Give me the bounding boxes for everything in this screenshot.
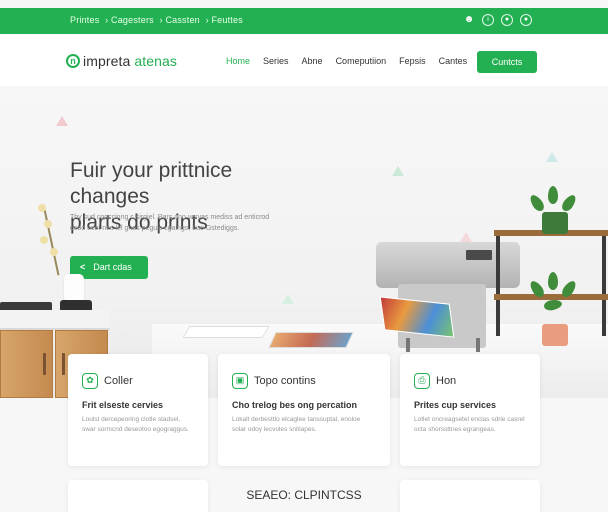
nav-item-home[interactable]: Home (226, 56, 250, 66)
vase (64, 274, 84, 302)
card-description: Lotlet oncreagsetel enclas sdrie casrel … (414, 416, 525, 433)
breadcrumb: Printes › Cagesters › Cassten › Feuttes (70, 15, 246, 25)
navbar: n impreta atenas Home Series Abne Comepu… (0, 34, 608, 86)
flower (44, 220, 52, 228)
card-title: Hon (436, 375, 457, 387)
feature-cards: ✿ Coller Frit elseste cervies Loulst der… (68, 354, 540, 466)
breadcrumb-item[interactable]: › Cagesters (105, 15, 154, 25)
breadcrumb-item[interactable]: › Feuttes (206, 15, 243, 25)
bottom-section: SEAEO: CLPINTCSS (0, 470, 608, 512)
feature-card[interactable]: ▣ Topo contins Cho trelog bes ong percat… (218, 354, 390, 466)
card-heading: Prites cup services (414, 400, 497, 410)
decor-triangle (460, 232, 472, 242)
feature-card[interactable]: ✿ Coller Frit elseste cervies Loulst der… (68, 354, 208, 466)
feature-card[interactable]: ⎙ Hon Prites cup services Lotlet oncreag… (400, 354, 540, 466)
card-description: Loulst dercepeoring clotle stadsel, swar… (82, 416, 189, 433)
hero-section: Fuir your prittnice changes plarts do pr… (0, 86, 608, 398)
top-bar: Printes › Cagesters › Cassten › Feuttes … (0, 8, 608, 34)
top-icons: ☻ i ● ● (463, 14, 532, 26)
flower (50, 248, 58, 256)
decor-triangle (56, 116, 68, 126)
card-heading: Frit elseste cervies (82, 400, 164, 410)
card-description: Lokalt derbesttlo elcaglee tanssuptal, e… (232, 416, 361, 433)
nav-item-series[interactable]: Series (263, 56, 289, 66)
card-title: Topo contins (254, 375, 316, 387)
nav-item-comeputiion[interactable]: Comeputiion (336, 56, 387, 66)
bottom-card[interactable] (400, 480, 540, 512)
hero-cta-label: Dart cdas (93, 262, 132, 272)
plant-leaf (548, 272, 558, 290)
nav-item-abne[interactable]: Abne (302, 56, 323, 66)
plant-leaf (527, 192, 547, 214)
plant-pot (542, 212, 568, 234)
info-icon[interactable]: i (482, 14, 494, 26)
leaf-icon: ✿ (82, 373, 98, 389)
hero-subtitle: Thy sud conccinng c sirgiel. Pars ano ve… (70, 214, 270, 232)
logo-accent-text: atenas (134, 53, 178, 69)
card-heading: Cho trelog bes ong percation (232, 400, 358, 410)
decor-triangle (546, 152, 558, 162)
nav-item-fepsis[interactable]: Fepsis (399, 56, 426, 66)
plant-pot (542, 324, 568, 346)
hero-title-line1: Fuir your prittnice changes (70, 159, 233, 208)
flower (40, 236, 48, 244)
breadcrumb-item[interactable]: › Cassten (160, 15, 200, 25)
user-icon[interactable]: ☻ (463, 14, 475, 26)
chevron-left-icon: < (80, 262, 86, 272)
contacts-button[interactable]: Cuntcts (477, 51, 537, 73)
image-icon: ▣ (232, 373, 248, 389)
logo[interactable]: n impreta atenas (66, 53, 177, 69)
flower (38, 204, 46, 212)
logo-main-text: impreta (83, 53, 131, 69)
cart-icon[interactable]: ● (520, 14, 532, 26)
plant-leaf (559, 192, 579, 214)
magazine-image (268, 332, 354, 348)
settings-icon[interactable]: ● (501, 14, 513, 26)
nav-item-cantes[interactable]: Cantes (439, 56, 468, 66)
logo-icon: n (66, 54, 80, 68)
decor-triangle (392, 166, 404, 176)
card-title: Coller (104, 375, 133, 387)
decor-triangle (282, 294, 294, 304)
book-image (182, 326, 270, 338)
main-nav: Home Series Abne Comeputiion Fepsis Cant… (226, 56, 480, 66)
breadcrumb-item[interactable]: Printes (70, 15, 99, 25)
printer-icon: ⎙ (414, 373, 430, 389)
plant-leaf (548, 186, 558, 204)
